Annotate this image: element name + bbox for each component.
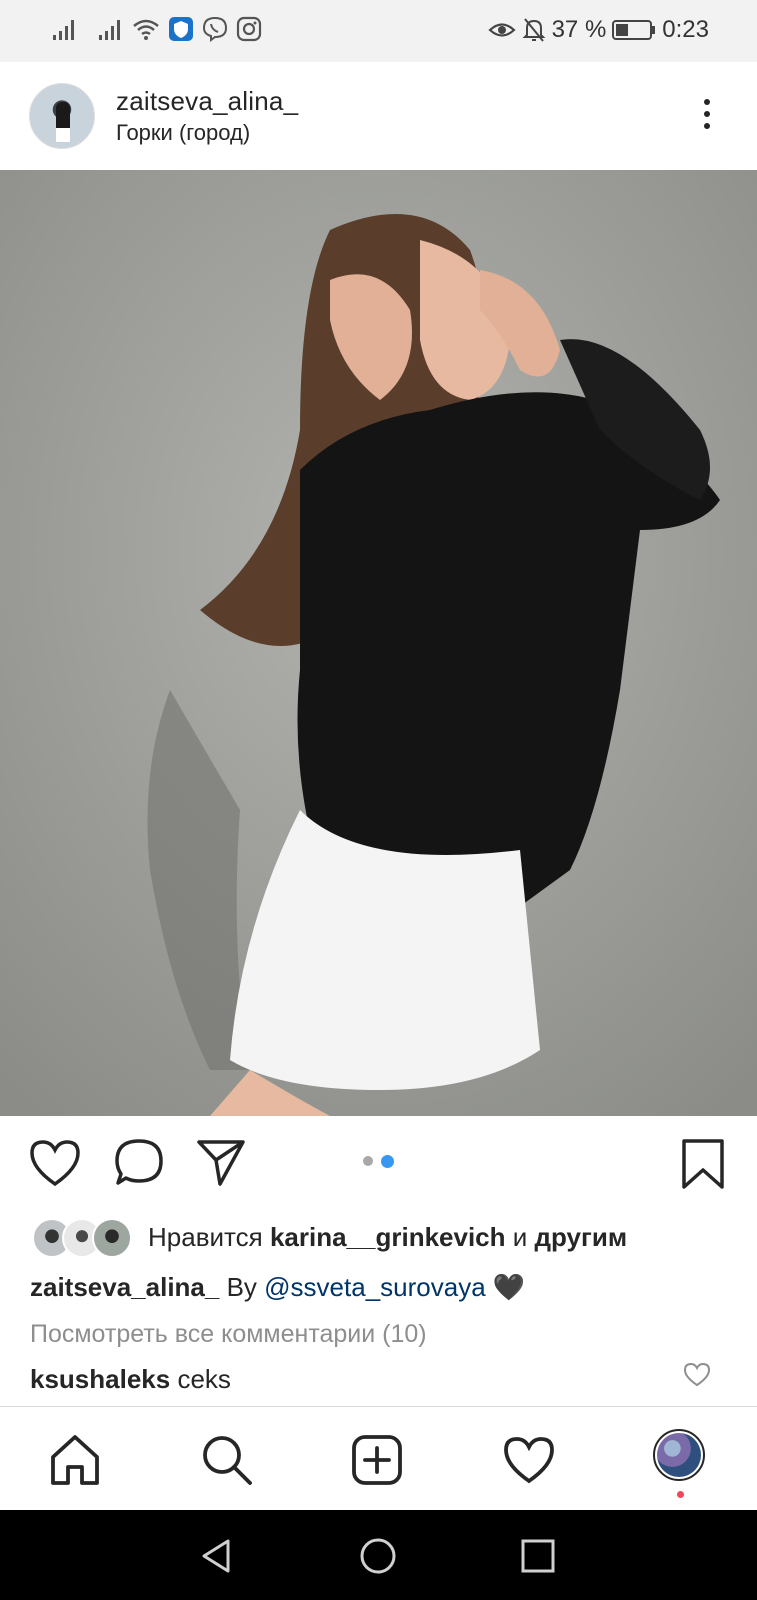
likes-prefix: Нравится	[148, 1222, 270, 1252]
likes-text: Нравится karina__grinkevich и другим	[148, 1222, 627, 1253]
bookmark-save-icon[interactable]	[680, 1138, 726, 1190]
system-navigation-bar	[0, 1510, 757, 1600]
signal-icon	[99, 20, 120, 40]
status-bar: 37 % 0:23	[0, 0, 757, 62]
carousel-dot	[363, 1156, 373, 1166]
carousel-indicator	[363, 1155, 394, 1168]
user-avatar[interactable]	[29, 83, 95, 149]
comment-bubble-icon[interactable]	[112, 1136, 166, 1190]
comment-like-heart-icon[interactable]	[683, 1362, 711, 1388]
likes-row[interactable]: Нравится karina__grinkevich и другим	[32, 1218, 732, 1260]
status-bar-left	[52, 16, 262, 42]
comment-row: ksushaleks ceks	[30, 1364, 231, 1395]
home-icon[interactable]	[48, 1433, 102, 1487]
post-caption: zaitseva_alina_ By @ssveta_surovaya 🖤	[30, 1272, 525, 1303]
eye-icon	[487, 23, 516, 37]
caption-mention[interactable]: @ssveta_surovaya	[264, 1272, 486, 1302]
notification-dot	[677, 1491, 684, 1498]
viber-icon	[202, 16, 228, 42]
back-icon[interactable]	[198, 1538, 234, 1574]
battery-icon	[612, 20, 656, 40]
carousel-dot-active	[381, 1155, 394, 1168]
bottom-navigation	[0, 1406, 757, 1511]
comment-text: ceks	[170, 1364, 231, 1394]
liker-username[interactable]: karina__grinkevich	[270, 1222, 506, 1252]
battery-percent: 37 %	[551, 16, 607, 43]
post-photo[interactable]	[0, 170, 757, 1116]
signal-icon	[53, 20, 74, 40]
like-heart-icon[interactable]	[28, 1138, 82, 1188]
search-icon[interactable]	[200, 1433, 254, 1487]
instagram-icon	[236, 16, 262, 42]
recents-icon[interactable]	[520, 1538, 556, 1574]
profile-avatar[interactable]	[653, 1429, 705, 1481]
clock: 0:23	[662, 16, 709, 43]
comment-username[interactable]: ksushaleks	[30, 1364, 170, 1394]
view-all-comments-link[interactable]: Посмотреть все комментарии (10)	[30, 1320, 427, 1349]
liker-avatar	[92, 1218, 132, 1258]
share-send-icon[interactable]	[196, 1138, 246, 1188]
shield-app-icon	[169, 17, 193, 41]
home-circle-icon[interactable]	[358, 1536, 398, 1576]
likes-middle: и	[505, 1222, 535, 1252]
activity-heart-icon[interactable]	[502, 1433, 556, 1487]
post-header: zaitseva_alina_ Горки (город)	[0, 62, 757, 170]
caption-emoji: 🖤	[485, 1272, 526, 1302]
photo-illustration	[0, 170, 757, 1116]
caption-text: By	[219, 1272, 265, 1302]
more-options-icon[interactable]	[697, 94, 717, 138]
post-username[interactable]: zaitseva_alina_	[116, 86, 298, 117]
likes-others[interactable]: другим	[535, 1222, 628, 1252]
wifi-icon	[133, 19, 159, 40]
caption-username[interactable]: zaitseva_alina_	[30, 1272, 219, 1302]
status-bar-right: 37 % 0:23	[487, 16, 709, 44]
new-post-icon[interactable]	[350, 1433, 404, 1487]
post-location[interactable]: Горки (город)	[116, 120, 250, 146]
bell-off-icon	[522, 18, 545, 42]
